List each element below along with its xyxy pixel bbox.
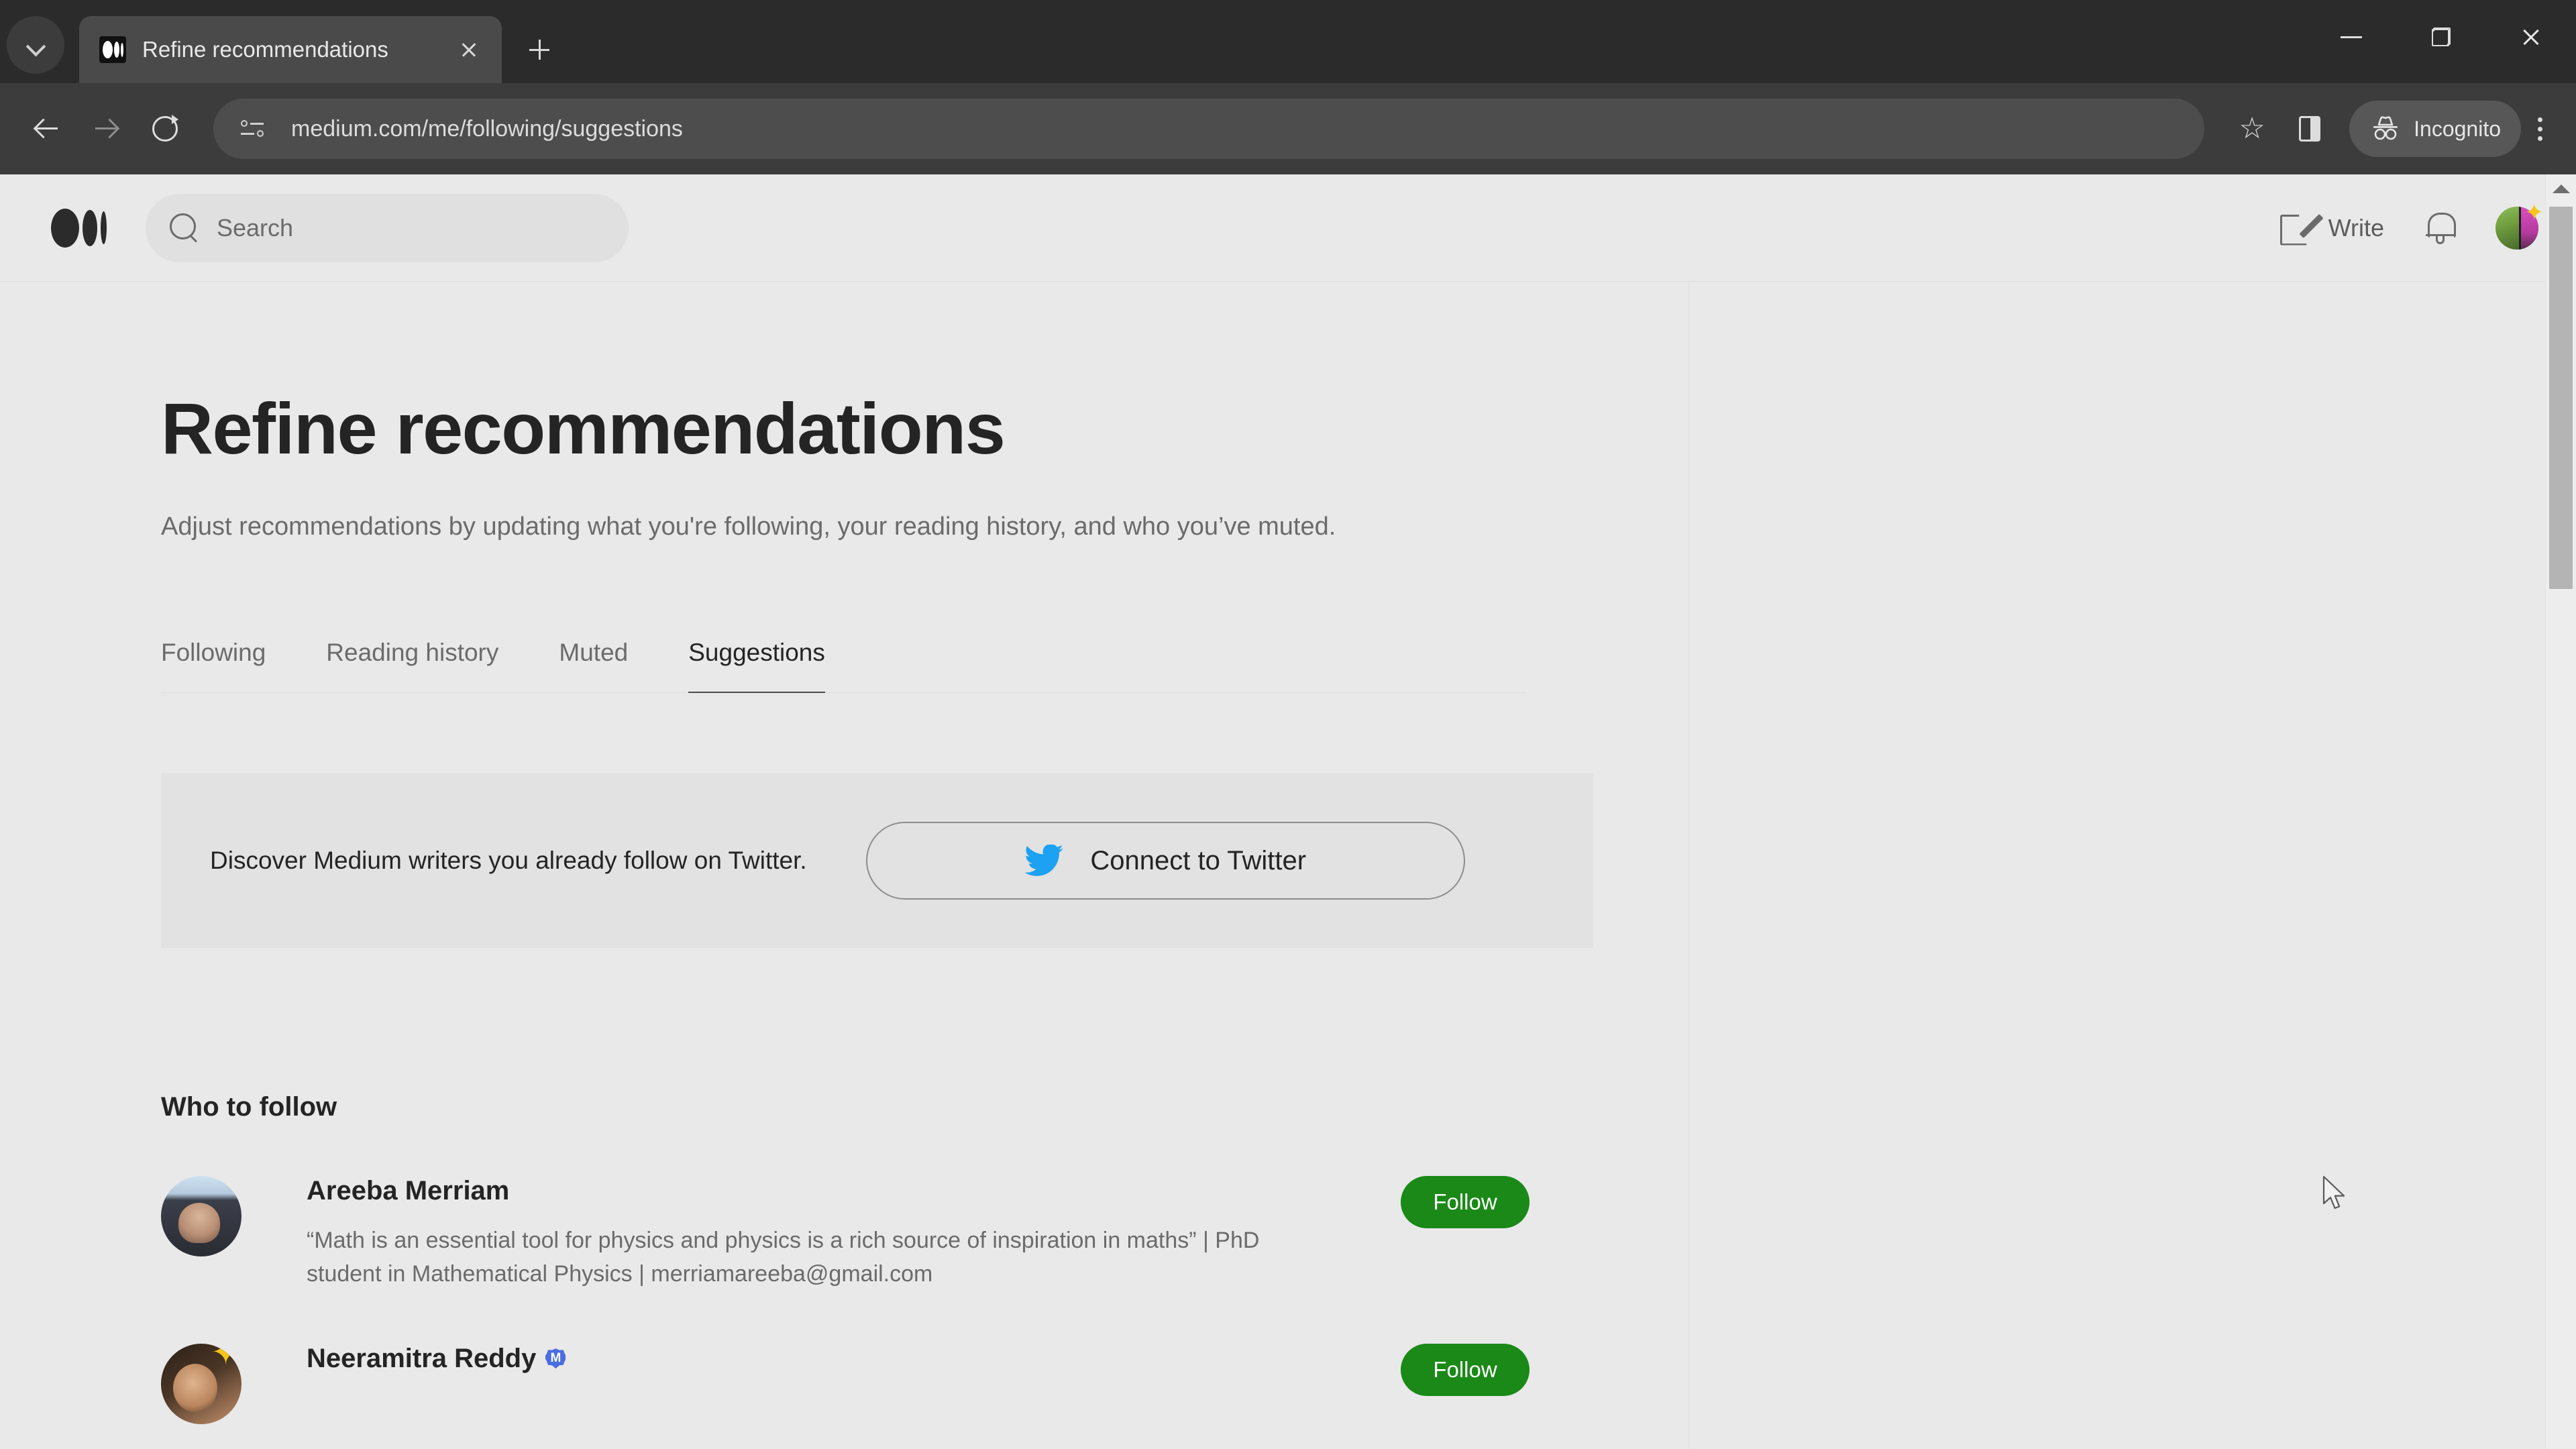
- side-panel-button[interactable]: [2281, 100, 2339, 158]
- twitter-card-text: Discover Medium writers you already foll…: [210, 847, 807, 874]
- browser-toolbar: medium.com/me/following/suggestions ☆ In…: [0, 83, 2576, 174]
- tab-suggestions[interactable]: Suggestions: [688, 639, 825, 693]
- scroll-up-button[interactable]: [2546, 174, 2576, 203]
- connect-to-twitter-label: Connect to Twitter: [1090, 845, 1307, 875]
- side-panel-icon: [2299, 116, 2321, 142]
- close-icon: [2521, 27, 2541, 47]
- tab-strip: Refine recommendations: [0, 0, 2576, 83]
- plus-icon: [529, 40, 549, 60]
- who-to-follow-heading: Who to follow: [161, 1092, 337, 1122]
- close-icon: [460, 41, 478, 58]
- avatar[interactable]: [161, 1176, 241, 1256]
- verified-badge-icon: M: [545, 1348, 566, 1369]
- back-button[interactable]: [17, 99, 76, 158]
- arrow-right-icon: [94, 117, 118, 141]
- browser-menu-button[interactable]: [2521, 117, 2559, 141]
- sliders-icon: [241, 119, 264, 139]
- bell-icon: [2436, 235, 2445, 244]
- person-info: Neeramitra Reddy M: [307, 1344, 1401, 1374]
- forward-button[interactable]: [76, 99, 136, 158]
- site-settings-button[interactable]: [231, 107, 274, 150]
- maximize-button[interactable]: [2396, 0, 2486, 74]
- page-scrollbar[interactable]: [2545, 174, 2576, 1449]
- close-window-button[interactable]: [2486, 0, 2576, 74]
- tab-search-button[interactable]: [7, 16, 64, 74]
- member-star-icon: ✦: [211, 1343, 241, 1373]
- person-name-text: Areeba Merriam: [307, 1176, 510, 1205]
- star-icon: ☆: [2239, 112, 2265, 145]
- tab-muted[interactable]: Muted: [559, 639, 628, 692]
- person-name[interactable]: Areeba Merriam: [307, 1176, 1401, 1206]
- url-text: medium.com/me/following/suggestions: [291, 115, 683, 142]
- chevron-down-icon: [27, 36, 44, 54]
- reload-icon: [152, 115, 178, 142]
- main-column: Refine recommendations Adjust recommenda…: [0, 282, 1689, 1449]
- tab-title: Refine recommendations: [142, 37, 388, 62]
- browser-window: Refine recommendations medium.com/me/fol…: [0, 0, 2576, 1449]
- write-button[interactable]: Write: [2280, 211, 2384, 246]
- reload-button[interactable]: [136, 99, 195, 158]
- page-subtitle: Adjust recommendations by updating what …: [161, 513, 1336, 541]
- side-column: HelpStatusAboutCareersBlogPrivacyTerms T…: [1689, 282, 2576, 1449]
- new-tab-button[interactable]: [515, 25, 564, 74]
- twitter-bird-icon: [1024, 845, 1064, 876]
- page-body: Refine recommendations Adjust recommenda…: [0, 282, 2576, 1449]
- incognito-label: Incognito: [2414, 116, 2501, 141]
- header-actions: Write ✦: [2280, 201, 2544, 250]
- minimize-icon: [2341, 36, 2362, 38]
- follow-button[interactable]: Follow: [1401, 1176, 1529, 1228]
- page-viewport: Search Write ✦ Refine recommendations Ad…: [0, 174, 2576, 1449]
- tab-reading-history[interactable]: Reading history: [326, 639, 498, 692]
- section-tabs: Following Reading history Muted Suggesti…: [161, 639, 1526, 693]
- medium-logo[interactable]: [51, 208, 107, 248]
- notifications-button[interactable]: [2422, 210, 2458, 246]
- page-title: Refine recommendations: [161, 388, 1006, 469]
- tab-close-button[interactable]: [451, 32, 487, 68]
- avatar[interactable]: ✦: [161, 1343, 241, 1424]
- follow-button[interactable]: Follow: [1401, 1343, 1529, 1396]
- person-bio: “Math is an essential tool for physics a…: [307, 1228, 1260, 1287]
- twitter-connect-card: Discover Medium writers you already foll…: [161, 773, 1593, 948]
- tab-following[interactable]: Following: [161, 639, 266, 692]
- list-item: Areeba Merriam “Math is an essential too…: [161, 1176, 1529, 1291]
- search-input[interactable]: Search: [146, 193, 629, 262]
- write-pencil-icon: [2280, 211, 2315, 246]
- write-label: Write: [2328, 213, 2384, 241]
- connect-to-twitter-button[interactable]: Connect to Twitter: [865, 822, 1465, 900]
- window-controls: [2306, 0, 2576, 74]
- incognito-icon: [2373, 116, 2398, 140]
- scrollbar-thumb[interactable]: [2549, 207, 2573, 589]
- minimize-button[interactable]: [2306, 0, 2396, 74]
- search-placeholder: Search: [217, 213, 294, 241]
- site-header: Search Write ✦: [0, 174, 2576, 282]
- profile-avatar-button[interactable]: ✦: [2496, 201, 2544, 250]
- person-name-text: Neeramitra Reddy: [307, 1343, 537, 1373]
- search-icon: [170, 213, 199, 243]
- restore-icon: [2432, 28, 2451, 46]
- list-item: ✦ Neeramitra Reddy M Follow: [161, 1343, 1529, 1424]
- browser-tab[interactable]: Refine recommendations: [79, 16, 502, 83]
- arrow-left-icon: [35, 117, 59, 141]
- person-name[interactable]: Neeramitra Reddy M: [307, 1344, 1401, 1374]
- incognito-indicator[interactable]: Incognito: [2349, 101, 2521, 157]
- bookmark-button[interactable]: ☆: [2223, 100, 2281, 158]
- medium-favicon-icon: [99, 36, 126, 63]
- member-star-icon: ✦: [2524, 199, 2544, 225]
- person-info: Areeba Merriam “Math is an essential too…: [307, 1176, 1401, 1291]
- caret-up-icon: [2552, 184, 2570, 193]
- address-bar[interactable]: medium.com/me/following/suggestions: [213, 99, 2205, 159]
